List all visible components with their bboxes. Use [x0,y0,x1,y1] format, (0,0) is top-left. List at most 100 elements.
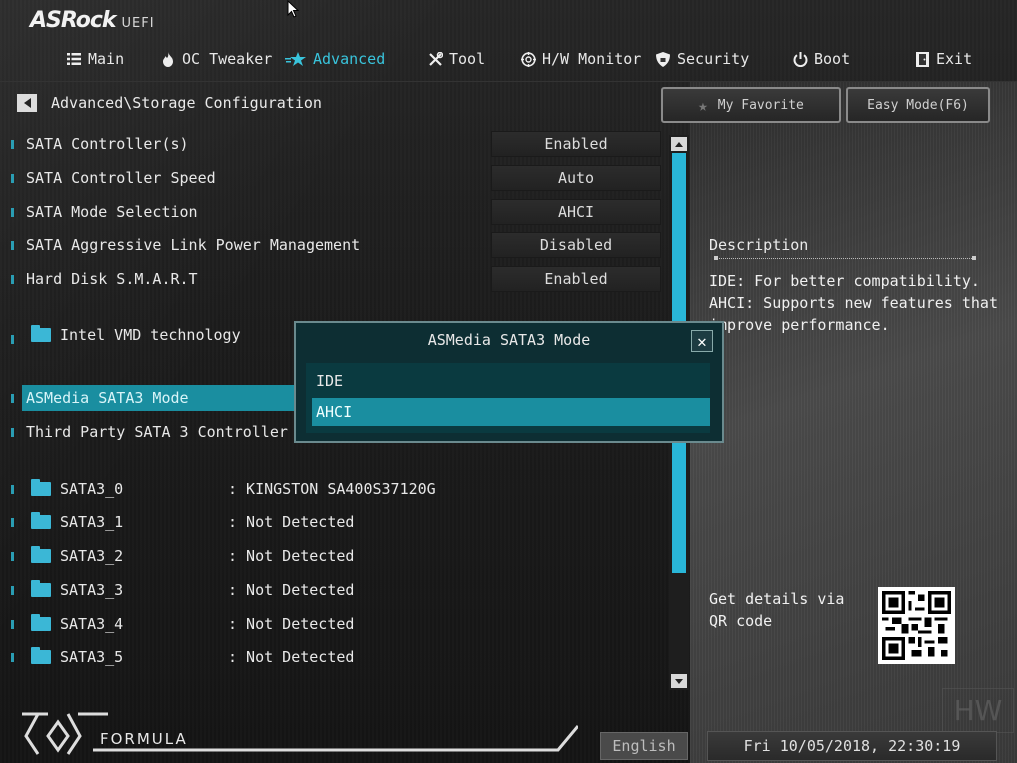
description-panel [690,82,1017,763]
row-bullet-icon [11,619,14,629]
main-nav: Main OC Tweaker Advanced Tool H/W Monito… [0,40,1017,82]
row-bullet-icon [11,517,14,527]
folder-icon [31,580,51,597]
option-ide[interactable]: IDE [312,367,710,395]
scroll-up-arrow-icon[interactable] [671,137,687,151]
tab-exit[interactable]: Exit [914,50,972,68]
menu-icon [66,51,82,67]
favorite-star-icon: ★ [698,95,708,115]
port-name: SATA3_1 [60,513,124,531]
tab-main[interactable]: Main [66,50,124,68]
setting-label: SATA Controller Speed [26,169,216,187]
port-device: : Not Detected [228,648,355,666]
row-bullet-icon [11,335,14,344]
submenu-label: Intel VMD technology [60,326,241,344]
row-bullet-icon [11,551,14,561]
folder-icon [31,546,51,563]
easy-mode-button[interactable]: Easy Mode(F6) [846,87,990,123]
port-name: SATA3_0 [60,480,124,498]
row-bullet-icon [11,207,14,217]
setting-value[interactable]: Auto [491,165,661,191]
star-icon [285,51,307,67]
my-favorite-button[interactable]: ★ My Favorite [661,87,841,123]
sata-port-row[interactable]: SATA3_3 : Not Detected [0,576,662,604]
folder-icon [31,512,51,529]
setting-value[interactable]: Enabled [491,266,661,292]
folder-icon [31,325,51,342]
qr-code [878,587,955,664]
tab-boot[interactable]: Boot [792,50,850,68]
tab-tool-label: Tool [449,50,486,68]
setting-value[interactable]: Disabled [491,232,661,258]
setting-row[interactable]: SATA Controller Speed Auto [0,164,662,192]
row-bullet-icon [11,484,14,494]
breadcrumb-path: Advanced\Storage Configuration [51,94,322,112]
port-device: : Not Detected [228,615,355,633]
port-name: SATA3_4 [60,615,124,633]
mouse-cursor-icon [287,0,299,18]
shield-icon [655,51,671,67]
tools-icon [427,51,443,67]
setting-label: ASMedia SATA3 Mode [26,389,189,407]
sata-port-row[interactable]: SATA3_2 : Not Detected [0,542,662,570]
tab-advanced-label: Advanced [313,50,386,68]
setting-label: SATA Controller(s) [26,135,189,153]
tab-security-label: Security [677,50,750,68]
description-title: Description [709,236,809,254]
setting-row[interactable]: SATA Aggressive Link Power Management Di… [0,231,662,259]
tab-boot-label: Boot [814,50,851,68]
sata-port-row[interactable]: SATA3_1 : Not Detected [0,508,662,536]
tab-security[interactable]: Security [655,50,749,68]
sata-port-row[interactable]: SATA3_4 : Not Detected [0,610,662,638]
exit-icon [914,51,930,67]
tab-oc-tweaker[interactable]: OC Tweaker [160,50,272,68]
sata-port-row[interactable]: SATA3_0 : KINGSTON SA400S37120G [0,475,662,503]
sata-port-row[interactable]: SATA3_5 : Not Detected [0,643,662,671]
tab-tool[interactable]: Tool [427,50,485,68]
row-bullet-icon [11,393,14,403]
row-bullet-icon [11,585,14,595]
setting-label: SATA Aggressive Link Power Management [26,236,361,254]
port-name: SATA3_2 [60,547,124,565]
setting-value[interactable]: AHCI [491,199,661,225]
port-name: SATA3_3 [60,581,124,599]
setting-row[interactable]: Hard Disk S.M.A.R.T Enabled [0,265,662,293]
breadcrumb: Advanced\Storage Configuration [17,94,322,112]
asrock-logo: ASRock UEFI [30,8,155,33]
row-bullet-icon [11,240,14,250]
language-button[interactable]: English [600,732,688,760]
datetime-display: Fri 10/05/2018, 22:30:19 [707,731,997,761]
my-favorite-label: My Favorite [717,97,804,113]
port-device: : Not Detected [228,547,355,565]
close-icon[interactable]: ✕ [691,330,713,352]
back-arrow-icon[interactable] [17,94,37,112]
tab-hw-monitor[interactable]: H/W Monitor [520,50,641,68]
monitor-icon [520,51,536,67]
tab-advanced[interactable]: Advanced [285,50,385,68]
option-list: IDE AHCI [306,363,710,433]
tab-oc-tweaker-label: OC Tweaker [182,50,273,68]
row-bullet-icon [11,652,14,662]
brand-name: ASRock [30,8,117,33]
option-ahci[interactable]: AHCI [312,398,710,426]
scroll-down-arrow-icon[interactable] [671,674,687,688]
tab-hw-monitor-label: H/W Monitor [542,50,642,68]
easy-mode-label: Easy Mode(F6) [867,97,969,113]
dialog-title: ASMedia SATA3 Mode [427,331,591,349]
qr-caption: Get details via QR code [709,590,845,630]
setting-row[interactable]: SATA Mode Selection AHCI [0,198,662,226]
port-device: : Not Detected [228,581,355,599]
option-dialog: ASMedia SATA3 Mode ✕ IDE AHCI [294,321,724,443]
description-text: IDE: For better compatibility. AHCI: Sup… [709,272,998,334]
folder-icon [31,647,51,664]
formula-label: FORMULA [100,730,188,748]
watermark: HW [942,688,1014,733]
port-device: : KINGSTON SA400S37120G [228,480,436,498]
brand-suffix: UEFI [121,16,155,31]
row-bullet-icon [11,427,14,437]
folder-icon [31,479,51,496]
row-bullet-icon [11,173,14,183]
setting-row[interactable]: SATA Controller(s) Enabled [0,130,662,158]
setting-value[interactable]: Enabled [491,131,661,157]
setting-label: Third Party SATA 3 Controller [26,423,288,441]
